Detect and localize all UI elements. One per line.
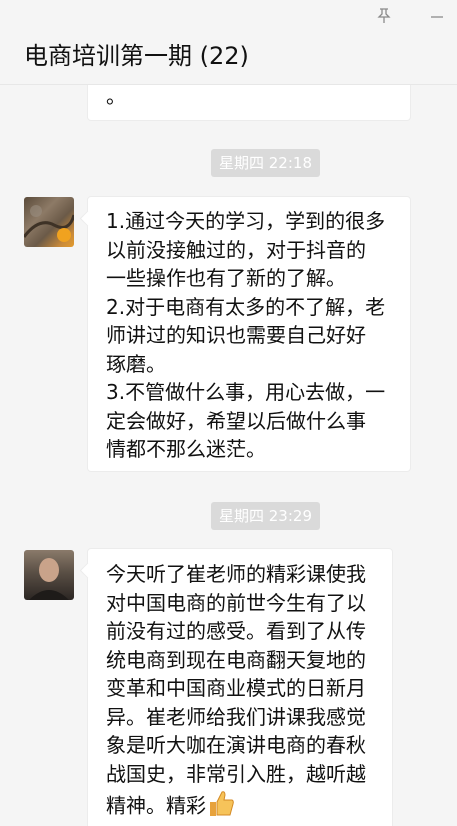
message-bubble[interactable]: 1.通过今天的学习，学到的很多 以前没接触过的，对于抖音的 一些操作也有了新的了… bbox=[87, 196, 411, 472]
timestamp: 星期四 23:29 bbox=[211, 502, 320, 530]
chat-title: 电商培训第一期 (22) bbox=[24, 42, 249, 70]
minimize-icon[interactable] bbox=[427, 8, 447, 28]
chat-area[interactable]: 。 星期四 22:18 1.通过今天的学习，学到的很多 以前没接触过的，对于抖音… bbox=[0, 85, 457, 826]
thumbs-up-icon bbox=[206, 788, 236, 826]
user-avatar-tree[interactable] bbox=[24, 197, 74, 247]
user-avatar-man[interactable] bbox=[24, 550, 74, 600]
timestamp: 星期四 22:18 bbox=[211, 149, 320, 177]
message-bubble[interactable]: 。 bbox=[87, 85, 411, 121]
message-text: 1.通过今天的学习，学到的很多 以前没接触过的，对于抖音的 一些操作也有了新的了… bbox=[106, 209, 386, 461]
message-body: 今天听了崔老师的精彩课使我 对中国电商的前世今生有了以 前没有过的感受。看到了从… bbox=[106, 562, 366, 818]
message-text: 今天听了崔老师的精彩课使我 对中国电商的前世今生有了以 前没有过的感受。看到了从… bbox=[106, 560, 374, 826]
pin-icon[interactable] bbox=[374, 8, 394, 28]
message-bubble[interactable]: 今天听了崔老师的精彩课使我 对中国电商的前世今生有了以 前没有过的感受。看到了从… bbox=[87, 548, 393, 826]
message-text: 。 bbox=[106, 85, 126, 108]
title-bar: 电商培训第一期 (22) bbox=[0, 0, 457, 85]
